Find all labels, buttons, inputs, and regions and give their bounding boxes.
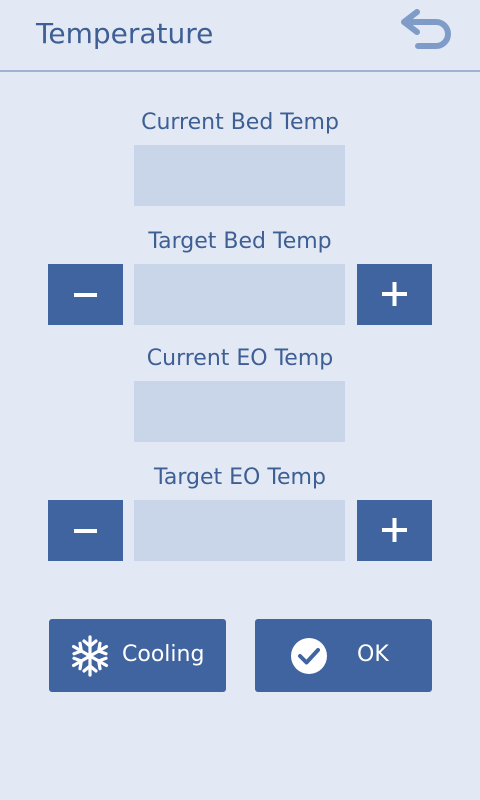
undo-arrow-icon bbox=[401, 9, 451, 49]
target-bed-temp-increase-button[interactable] bbox=[357, 264, 432, 325]
ok-button[interactable]: OK bbox=[255, 619, 432, 692]
target-eo-temp-increase-button[interactable] bbox=[357, 500, 432, 561]
target-bed-temp-decrease-button[interactable] bbox=[48, 264, 123, 325]
current-eo-temp-label: Current EO Temp bbox=[146, 346, 334, 371]
current-eo-temp-display bbox=[134, 381, 345, 442]
target-bed-temp-label: Target Bed Temp bbox=[148, 229, 332, 254]
target-eo-temp-decrease-button[interactable] bbox=[48, 500, 123, 561]
cooling-button[interactable]: Cooling bbox=[49, 619, 226, 692]
current-bed-temp-label: Current Bed Temp bbox=[141, 110, 339, 135]
cooling-button-label: Cooling bbox=[122, 642, 205, 667]
plus-icon bbox=[382, 518, 407, 542]
header-bar: Temperature bbox=[0, 0, 480, 72]
target-bed-temp-input[interactable] bbox=[134, 264, 345, 325]
snowflake-icon bbox=[71, 635, 109, 677]
back-button[interactable] bbox=[398, 8, 456, 58]
check-circle-icon bbox=[291, 638, 327, 674]
minus-icon bbox=[74, 529, 97, 533]
target-eo-temp-label: Target EO Temp bbox=[154, 465, 326, 490]
ok-button-label: OK bbox=[357, 642, 389, 667]
current-bed-temp-display bbox=[134, 145, 345, 206]
plus-icon bbox=[382, 282, 407, 306]
minus-icon bbox=[74, 293, 97, 297]
target-eo-temp-input[interactable] bbox=[134, 500, 345, 561]
page-title: Temperature bbox=[36, 17, 214, 50]
